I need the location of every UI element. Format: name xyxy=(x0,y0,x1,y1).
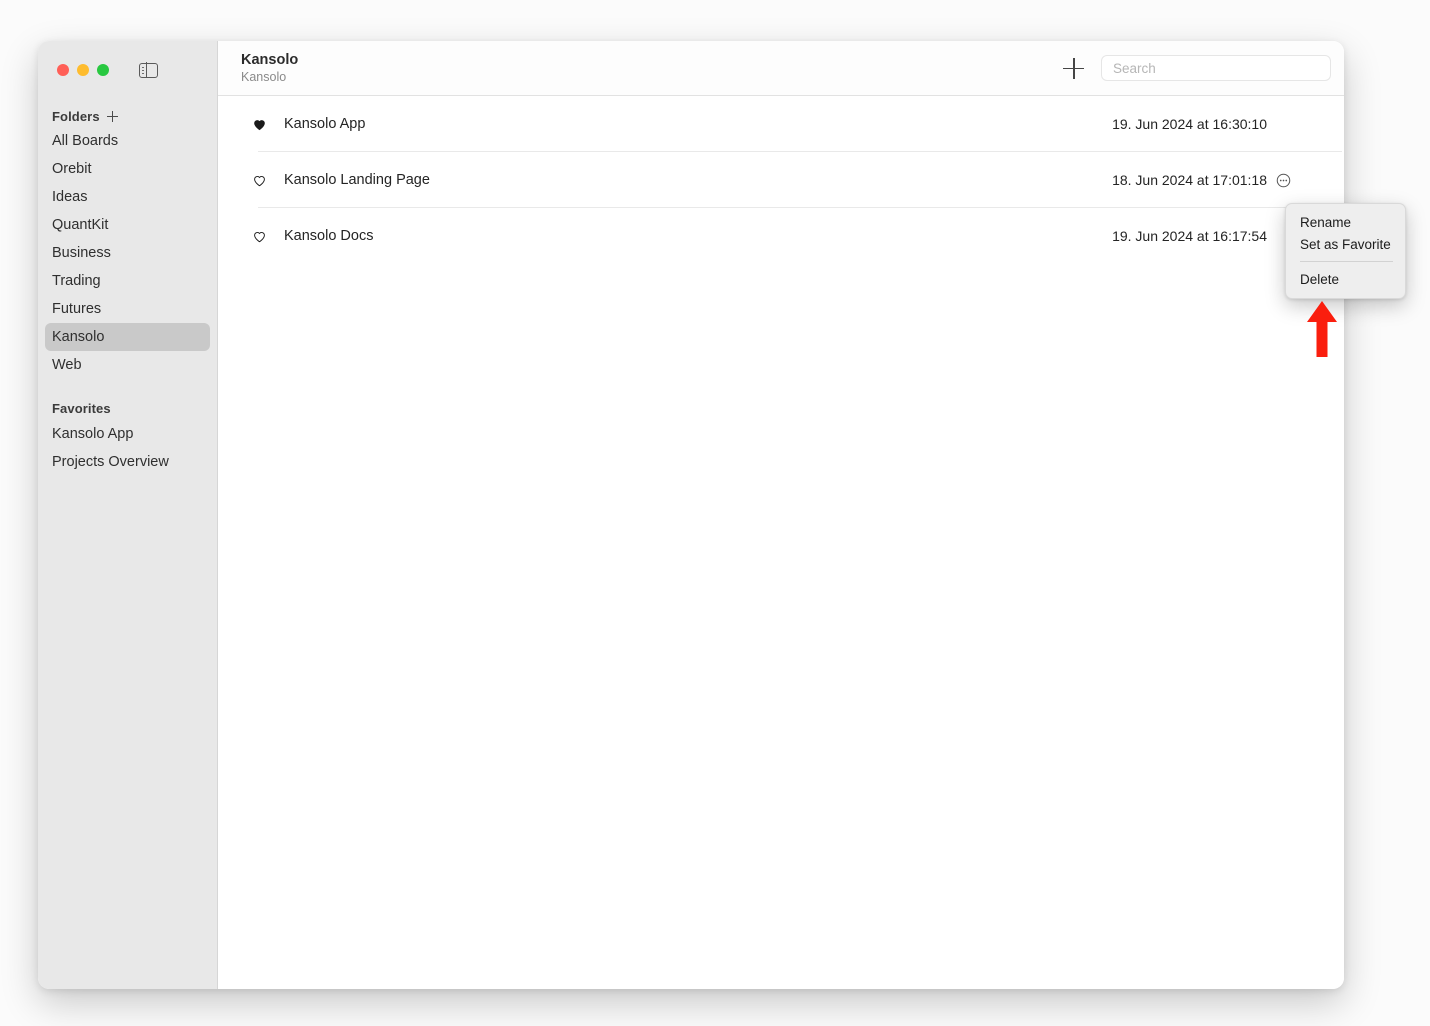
folders-section-label: Folders xyxy=(52,108,100,124)
sidebar-item-label: QuantKit xyxy=(52,217,109,233)
toolbar-title-group: Kansolo Kansolo xyxy=(241,52,298,85)
toolbar: Kansolo Kansolo xyxy=(218,41,1344,96)
annotation-arrow-up-icon xyxy=(1307,301,1337,357)
heart-outline-icon[interactable] xyxy=(252,229,267,244)
sidebar-item-ideas[interactable]: Ideas xyxy=(45,183,210,211)
menu-item-rename[interactable]: Rename xyxy=(1286,211,1405,233)
board-date: 19. Jun 2024 at 16:30:10 xyxy=(1112,116,1267,132)
menu-item-label: Set as Favorite xyxy=(1300,236,1391,252)
zoom-button[interactable] xyxy=(97,64,109,76)
main-content: Kansolo Kansolo Kansolo App 19. Jun 2024… xyxy=(218,41,1344,989)
app-window: Folders All Boards Orebit Ideas QuantKit… xyxy=(38,41,1344,989)
table-row[interactable]: Kansolo Docs 19. Jun 2024 at 16:17:54 xyxy=(218,208,1344,264)
menu-item-label: Delete xyxy=(1300,271,1340,287)
menu-item-delete[interactable]: Delete xyxy=(1286,268,1405,290)
sidebar-item-web[interactable]: Web xyxy=(45,351,210,379)
sidebar-item-orebit[interactable]: Orebit xyxy=(45,155,210,183)
sidebar: Folders All Boards Orebit Ideas QuantKit… xyxy=(38,41,218,989)
board-name: Kansolo App xyxy=(284,116,366,132)
add-folder-icon[interactable] xyxy=(106,110,118,122)
sidebar-item-label: Projects Overview xyxy=(52,454,169,470)
sidebar-item-label: Trading xyxy=(52,273,101,289)
favorites-section-header: Favorites xyxy=(38,397,217,419)
sidebar-item-label: Business xyxy=(52,245,111,261)
sidebar-item-label: Kansolo xyxy=(52,329,105,345)
board-date: 18. Jun 2024 at 17:01:18 xyxy=(1112,172,1267,188)
sidebar-item-label: Kansolo App xyxy=(52,426,134,442)
context-menu: Rename Set as Favorite Delete xyxy=(1285,203,1406,299)
board-name: Kansolo Docs xyxy=(284,228,374,244)
folders-section-header: Folders xyxy=(38,105,217,127)
sidebar-item-label: All Boards xyxy=(52,133,119,149)
heart-filled-icon[interactable] xyxy=(252,117,267,132)
menu-item-label: Rename xyxy=(1300,214,1352,230)
table-row[interactable]: Kansolo Landing Page 18. Jun 2024 at 17:… xyxy=(218,152,1344,208)
sidebar-item-kansolo-app[interactable]: Kansolo App xyxy=(45,420,210,448)
sidebar-item-quantkit[interactable]: QuantKit xyxy=(45,211,210,239)
heart-outline-icon[interactable] xyxy=(252,173,267,188)
sidebar-item-kansolo[interactable]: Kansolo xyxy=(45,323,210,351)
close-button[interactable] xyxy=(57,64,69,76)
sidebar-item-trading[interactable]: Trading xyxy=(45,267,210,295)
menu-item-set-as-favorite[interactable]: Set as Favorite xyxy=(1286,233,1405,255)
board-list: Kansolo App 19. Jun 2024 at 16:30:10 Kan… xyxy=(218,96,1344,989)
page-title: Kansolo xyxy=(241,51,299,68)
sidebar-item-label: Orebit xyxy=(52,161,92,177)
sidebar-item-label: Futures xyxy=(52,301,102,317)
board-date: 19. Jun 2024 at 16:17:54 xyxy=(1112,228,1267,244)
search-input[interactable] xyxy=(1101,55,1331,81)
add-board-button[interactable] xyxy=(1063,57,1084,79)
sidebar-item-label: Ideas xyxy=(52,189,88,205)
menu-divider xyxy=(1300,261,1393,262)
page-subtitle: Kansolo xyxy=(241,69,287,84)
table-row[interactable]: Kansolo App 19. Jun 2024 at 16:30:10 xyxy=(218,96,1344,152)
board-name: Kansolo Landing Page xyxy=(284,172,430,188)
sidebar-item-futures[interactable]: Futures xyxy=(45,295,210,323)
more-options-icon[interactable] xyxy=(1276,173,1291,188)
sidebar-item-projects-overview[interactable]: Projects Overview xyxy=(45,448,210,476)
folders-list: All Boards Orebit Ideas QuantKit Busines… xyxy=(38,127,217,379)
window-controls xyxy=(38,41,217,99)
sidebar-item-label: Web xyxy=(52,357,82,373)
sidebar-item-business[interactable]: Business xyxy=(45,239,210,267)
sidebar-item-all-boards[interactable]: All Boards xyxy=(45,127,210,155)
favorites-list: Kansolo App Projects Overview xyxy=(38,420,217,476)
favorites-section-label: Favorites xyxy=(52,400,111,416)
minimize-button[interactable] xyxy=(77,64,89,76)
sidebar-toggle-icon[interactable] xyxy=(139,62,158,78)
